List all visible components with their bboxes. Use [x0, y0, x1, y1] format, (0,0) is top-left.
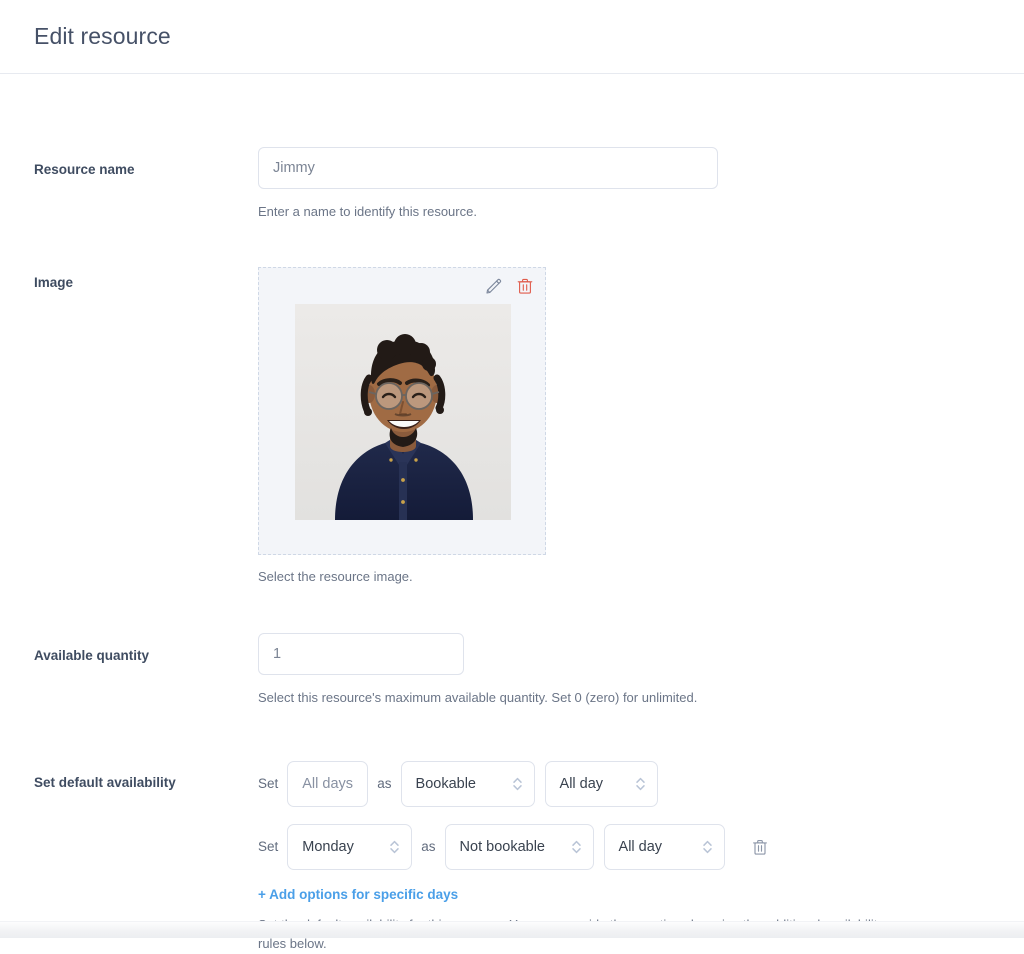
page-header: Edit resource: [0, 0, 1024, 74]
label-default-availability: Set default availability: [34, 774, 176, 790]
help-image: Select the resource image.: [258, 568, 413, 584]
chevron-updown-icon: [702, 839, 713, 855]
availability-day-select-1[interactable]: All days: [287, 760, 369, 807]
availability-status-value-2: Not bookable: [459, 838, 545, 855]
available-quantity-input[interactable]: [258, 633, 464, 675]
availability-day-value-1: All days: [302, 775, 354, 792]
label-available-quantity: Available quantity: [34, 648, 150, 663]
availability-as-word: as: [421, 839, 436, 854]
chevron-updown-icon: [389, 839, 400, 855]
field-row-available-quantity: Available quantity Select this resource'…: [0, 633, 1024, 708]
help-resource-name: Enter a name to identify this resource.: [258, 204, 477, 219]
availability-status-select-2[interactable]: Not bookable: [444, 823, 594, 870]
image-action-bar: [485, 277, 534, 295]
field-row-resource-name: Resource name Enter a name to identify t…: [0, 147, 1024, 222]
availability-status-value-1: Bookable: [415, 775, 476, 792]
availability-day-select-2[interactable]: Monday: [287, 823, 413, 870]
resource-photo: [295, 303, 511, 520]
help-available-quantity: Select this resource's maximum available…: [258, 690, 698, 705]
availability-status-select-1[interactable]: Bookable: [400, 760, 535, 807]
chevron-updown-icon: [635, 776, 646, 792]
availability-day-value-2: Monday: [302, 838, 354, 855]
add-options-for-specific-days-link[interactable]: + Add options for specific days: [258, 887, 458, 902]
availability-set-word: Set: [258, 776, 279, 791]
label-resource-name: Resource name: [34, 162, 135, 177]
label-image: Image: [34, 274, 74, 290]
control-image: Select the resource image.: [258, 266, 1024, 587]
chevron-updown-icon: [512, 776, 523, 792]
availability-time-value-1: All day: [559, 775, 604, 792]
availability-time-select-2[interactable]: All day: [603, 823, 725, 870]
availability-row-delete-trash-icon[interactable]: [752, 838, 768, 856]
pencil-icon[interactable]: [485, 277, 503, 295]
control-resource-name: Enter a name to identify this resource.: [258, 147, 1024, 222]
field-row-image: Image Select the resource image.: [0, 266, 1024, 587]
chevron-updown-icon: [571, 839, 582, 855]
availability-as-word: as: [377, 776, 392, 791]
control-available-quantity: Select this resource's maximum available…: [258, 633, 1024, 708]
availability-row: Set Monday as Not bookable All day: [258, 823, 1024, 871]
footer-band: [0, 921, 1024, 938]
availability-time-select-1[interactable]: All day: [544, 760, 658, 807]
image-dropzone[interactable]: [258, 266, 546, 555]
availability-time-value-2: All day: [618, 838, 663, 855]
resource-name-input[interactable]: [258, 147, 718, 189]
page-title: Edit resource: [34, 23, 171, 49]
edit-resource-form: Resource name Enter a name to identify t…: [0, 147, 1024, 954]
trash-icon[interactable]: [516, 277, 534, 295]
availability-row: Set All days as Bookable All day: [258, 760, 1024, 808]
availability-set-word: Set: [258, 839, 279, 854]
